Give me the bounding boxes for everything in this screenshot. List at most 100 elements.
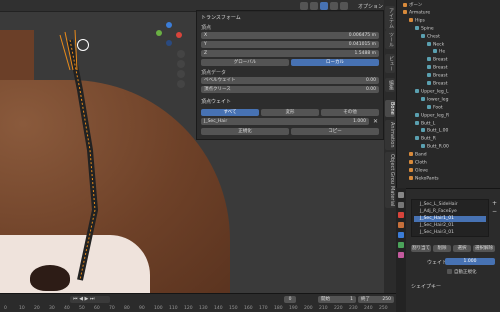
- add-group-icon[interactable]: +: [492, 201, 498, 207]
- grid-icon[interactable]: [177, 80, 185, 88]
- end-frame-field[interactable]: 終了 250: [358, 296, 394, 303]
- other-button[interactable]: その他: [321, 109, 379, 116]
- list-item[interactable]: lower_leg: [421, 96, 448, 103]
- delete-weight-icon[interactable]: ✕: [373, 119, 379, 125]
- render-tab-icon[interactable]: [398, 202, 404, 208]
- timeline-tick: 0: [4, 306, 7, 311]
- timeline-tick: 90: [139, 306, 145, 311]
- deform-button[interactable]: 変形: [261, 109, 319, 116]
- select-button[interactable]: 選択: [453, 245, 471, 252]
- list-item[interactable]: Breast: [427, 65, 447, 71]
- list-item[interactable]: Upper_leg_L: [415, 88, 449, 95]
- tool-tab-icon[interactable]: [398, 192, 404, 198]
- y-field[interactable]: Y 0.041015 m: [201, 41, 379, 48]
- tab-animation[interactable]: Animation: [385, 120, 395, 150]
- timeline-tick: 200: [304, 306, 313, 311]
- list-item[interactable]: Chest: [421, 33, 440, 40]
- y-axis-icon[interactable]: [156, 30, 162, 36]
- tab-tool[interactable]: ツール: [385, 30, 395, 49]
- bone-icon: [421, 144, 425, 149]
- local-button[interactable]: ローカル: [291, 59, 379, 66]
- vertex-group-list[interactable]: J_Sec_L_SideHair J_Adj_R_FaceEye J_Sec_H…: [411, 199, 489, 237]
- tab-bone[interactable]: Bone: [385, 100, 395, 117]
- options-dropdown[interactable]: オプション: [358, 3, 383, 10]
- material-tab-icon[interactable]: [398, 252, 404, 258]
- tab-item[interactable]: アイテム: [385, 6, 395, 30]
- global-button[interactable]: グローバル: [201, 59, 289, 66]
- list-item[interactable]: ボーン: [403, 2, 422, 8]
- list-item[interactable]: Cloth: [409, 160, 427, 166]
- neg-z-axis-icon[interactable]: [166, 40, 172, 46]
- list-item[interactable]: J_Sec_Hair2_01: [414, 223, 486, 229]
- shapekeys-header[interactable]: シェイプキー: [411, 283, 441, 290]
- x-axis-icon[interactable]: [176, 32, 182, 38]
- list-item[interactable]: NekoPants: [409, 175, 439, 182]
- auto-normalize-checkbox[interactable]: [447, 269, 452, 274]
- remove-group-icon[interactable]: −: [492, 209, 498, 215]
- sidebar-tab-strip: アイテム ツール ビュー 編集 Bone Animation Object Gr…: [384, 0, 396, 293]
- navigation-gizmo[interactable]: [154, 20, 184, 50]
- list-item[interactable]: J_Sec_L_SideHair: [414, 202, 486, 208]
- object-tab-icon[interactable]: [398, 222, 404, 228]
- list-item[interactable]: Butt_R.00: [421, 144, 449, 150]
- all-button[interactable]: すべて: [201, 109, 259, 116]
- list-item[interactable]: Neck: [427, 41, 444, 48]
- list-item[interactable]: J_Adj_R_FaceEye: [414, 209, 486, 215]
- timeline[interactable]: ⏮ ◀ ▶ ⏭ 0 開始 1 終了 250 0 10 20 30 40 50 60 70 80 90 1…: [0, 293, 396, 312]
- weight-field[interactable]: 1.000: [445, 258, 495, 265]
- list-item[interactable]: He: [433, 49, 445, 55]
- transform-header[interactable]: トランスフォーム: [201, 14, 241, 21]
- list-item[interactable]: J_Sec_Hair3_01: [414, 230, 486, 236]
- list-item[interactable]: Breast: [427, 73, 447, 79]
- crease-field[interactable]: 頂点クリース 0.00: [201, 86, 379, 93]
- list-item[interactable]: Glove: [409, 167, 428, 174]
- material-shading-icon[interactable]: [330, 2, 338, 10]
- z-field[interactable]: Z 1.5488 m: [201, 50, 379, 57]
- render-shading-icon[interactable]: [340, 2, 348, 10]
- list-item[interactable]: Foot: [427, 104, 443, 111]
- bone-icon: [409, 17, 413, 22]
- tab-view[interactable]: ビュー: [385, 54, 395, 73]
- modifier-tab-icon[interactable]: [398, 232, 404, 238]
- start-frame-field[interactable]: 開始 1: [318, 296, 356, 303]
- tab-edit[interactable]: 編集: [385, 78, 395, 92]
- list-item[interactable]: Spine: [415, 25, 434, 32]
- 3d-cursor[interactable]: [77, 39, 89, 51]
- playback-controls[interactable]: ⏮ ◀ ▶ ⏭: [70, 296, 110, 303]
- list-item[interactable]: Breast: [427, 57, 447, 63]
- list-item[interactable]: J_Sec_Hair1_01: [414, 216, 486, 222]
- normalize-button[interactable]: 正規化: [201, 128, 289, 135]
- vertex-data-header[interactable]: 頂点データ: [201, 69, 226, 76]
- vertex-weights-header[interactable]: 頂点ウェイト: [201, 98, 231, 105]
- list-item[interactable]: Armature: [403, 9, 430, 16]
- list-item[interactable]: Band: [409, 152, 427, 158]
- xray-icon[interactable]: [310, 2, 318, 10]
- bone-icon: [427, 104, 431, 109]
- outliner[interactable]: ボーン Armature Hips Spine Chest Neck He Breast Bre…: [396, 0, 500, 188]
- mesh-data-tab-icon[interactable]: [398, 242, 404, 248]
- deselect-button[interactable]: 選択解除: [473, 245, 495, 252]
- remove-button[interactable]: 削除: [433, 245, 451, 252]
- zoom-icon[interactable]: [177, 50, 185, 58]
- list-item[interactable]: Hips: [409, 17, 425, 24]
- copy-button[interactable]: コピー: [291, 128, 379, 135]
- camera-icon[interactable]: [177, 70, 185, 78]
- timeline-tick: 210: [319, 306, 328, 311]
- overlay-icon[interactable]: [300, 2, 308, 10]
- bone-icon: [409, 167, 413, 172]
- assign-button[interactable]: 割り当て: [411, 245, 431, 252]
- list-item[interactable]: Butt_L.00: [421, 128, 448, 134]
- bevel-weight-field[interactable]: ベベルウェイト 0.00: [201, 77, 379, 84]
- list-item[interactable]: Butt_R: [415, 136, 436, 142]
- vertex-group-weight-field[interactable]: J_Sec_Hair 1.000: [201, 118, 369, 125]
- x-field[interactable]: X 0.006475 m: [201, 32, 379, 39]
- output-tab-icon[interactable]: [398, 212, 404, 218]
- solid-shading-icon[interactable]: [320, 2, 328, 10]
- current-frame-field[interactable]: 0: [284, 296, 296, 303]
- tab-material[interactable]: Material: [385, 184, 395, 209]
- pan-hand-icon[interactable]: [177, 60, 185, 68]
- z-axis-icon[interactable]: [166, 22, 172, 28]
- list-item[interactable]: Butt_L: [415, 120, 435, 127]
- list-item[interactable]: Breast: [427, 81, 447, 87]
- list-item[interactable]: Upper_leg_R: [415, 112, 449, 119]
